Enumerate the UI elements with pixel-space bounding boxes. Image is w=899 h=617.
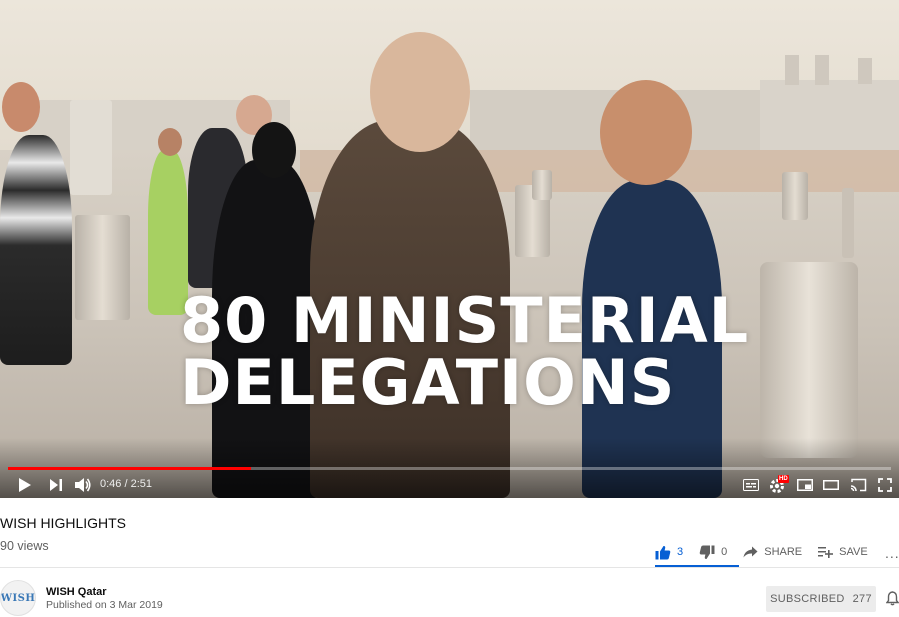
- volume-button[interactable]: [74, 476, 92, 494]
- share-icon: [743, 546, 758, 558]
- time-display: 0:46 / 2:51: [100, 478, 152, 490]
- save-button[interactable]: SAVE: [818, 546, 868, 558]
- thumbs-down-icon: [699, 545, 715, 560]
- next-button[interactable]: [48, 476, 64, 494]
- settings-icon: HD: [769, 475, 789, 494]
- dislike-count: 0: [721, 546, 728, 558]
- notification-bell-button[interactable]: [885, 591, 899, 611]
- publish-date: Published on 3 Mar 2019: [46, 599, 163, 611]
- save-label: SAVE: [839, 546, 868, 558]
- view-count: 90 views: [0, 539, 49, 553]
- divider: [0, 567, 899, 568]
- avatar-logo-text: WISH: [0, 592, 36, 604]
- play-icon: [18, 477, 32, 493]
- theater-mode-icon: [823, 479, 839, 491]
- playlist-add-icon: [818, 546, 834, 558]
- subscriber-count: 277: [852, 593, 872, 605]
- dislike-button[interactable]: 0: [699, 545, 727, 560]
- cast-icon: [850, 478, 867, 492]
- video-actions: 3 0 SHARE SAVE: [655, 538, 884, 566]
- settings-button[interactable]: HD: [768, 475, 790, 494]
- share-button[interactable]: SHARE: [743, 546, 802, 558]
- like-count: 3: [677, 546, 684, 558]
- bell-icon: [885, 591, 899, 610]
- miniplayer-button[interactable]: [796, 476, 814, 494]
- like-button[interactable]: 3: [655, 545, 683, 560]
- play-button[interactable]: [16, 476, 34, 494]
- video-frame: [0, 0, 899, 498]
- video-overlay-caption: 80 MINISTERIAL DELEGATIONS: [180, 284, 750, 419]
- next-icon: [49, 478, 63, 492]
- progress-bar[interactable]: [8, 467, 891, 470]
- volume-icon: [74, 477, 92, 493]
- channel-name[interactable]: WISH Qatar: [46, 586, 107, 598]
- subtitles-button[interactable]: [742, 476, 760, 494]
- cast-button[interactable]: [849, 476, 867, 494]
- progress-played: [8, 467, 251, 470]
- overlay-line-2: DELEGATIONS: [180, 346, 676, 419]
- fullscreen-icon: [878, 478, 892, 492]
- hd-badge: HD: [778, 475, 789, 483]
- video-title: WISH HIGHLIGHTS: [0, 515, 127, 531]
- overlay-line-1: 80 MINISTERIAL: [180, 284, 750, 357]
- theater-mode-button[interactable]: [822, 476, 840, 494]
- fullscreen-button[interactable]: [877, 476, 893, 494]
- video-player[interactable]: 80 MINISTERIAL DELEGATIONS 0:46 / 2:51 H…: [0, 0, 899, 498]
- share-label: SHARE: [764, 546, 803, 558]
- more-actions-button[interactable]: ...: [885, 545, 899, 561]
- subscribe-label: SUBSCRIBED: [770, 593, 845, 605]
- thumbs-up-icon: [655, 545, 671, 560]
- miniplayer-icon: [797, 479, 813, 491]
- youtube-watch-page: 80 MINISTERIAL DELEGATIONS 0:46 / 2:51 H…: [0, 0, 899, 617]
- channel-avatar[interactable]: WISH: [0, 580, 36, 616]
- subtitles-icon: [743, 479, 759, 491]
- subscribed-button[interactable]: SUBSCRIBED 277: [766, 586, 876, 612]
